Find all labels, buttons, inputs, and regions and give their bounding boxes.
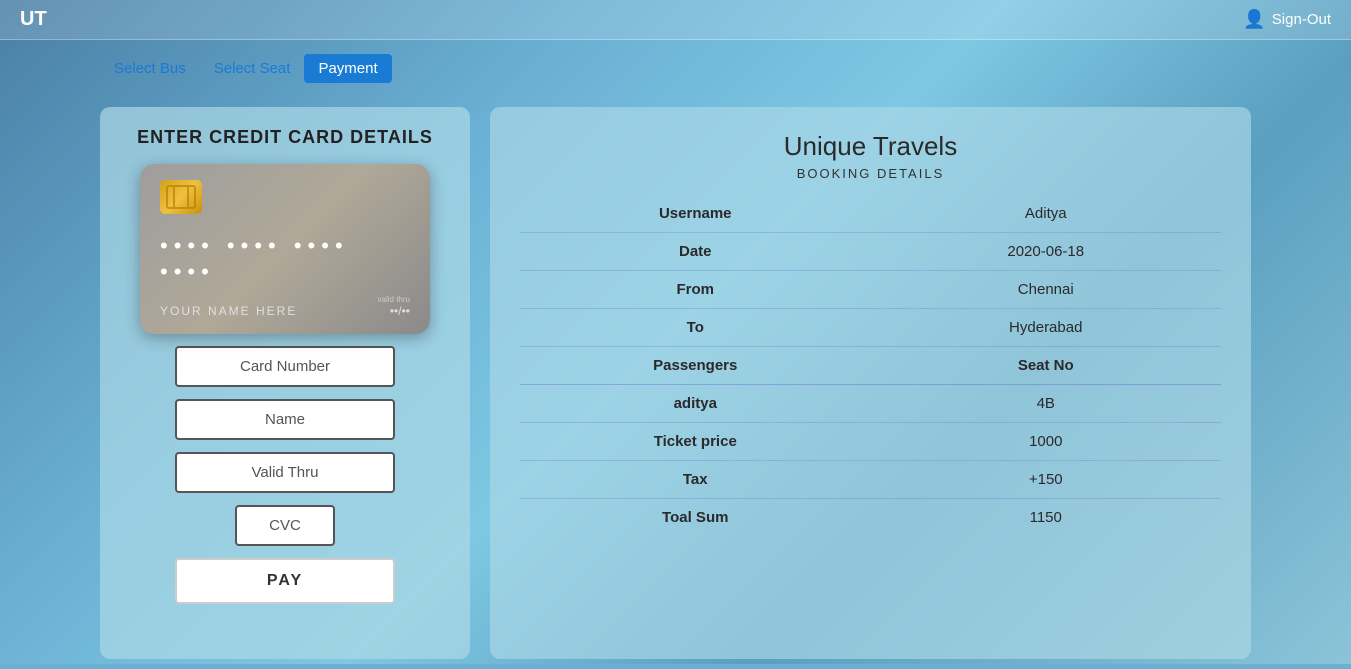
username-label: Username: [520, 195, 871, 233]
total-value: 1150: [871, 499, 1222, 537]
nav-select-bus[interactable]: Select Bus: [100, 54, 200, 83]
booking-table: Username Aditya Date 2020-06-18 From Che…: [520, 195, 1221, 536]
app-logo: UT: [20, 8, 47, 31]
pay-button[interactable]: PAY: [175, 558, 395, 604]
signout-link[interactable]: Sign-Out: [1272, 11, 1331, 28]
to-label: To: [520, 309, 871, 347]
from-label: From: [520, 271, 871, 309]
passenger-data-row: aditya 4B: [520, 385, 1221, 423]
ticket-price-row: Ticket price 1000: [520, 423, 1221, 461]
credit-card-visual: •••• •••• •••• •••• YOUR NAME HERE valid…: [140, 164, 430, 334]
user-icon: 👤: [1243, 9, 1265, 30]
passenger-name: aditya: [520, 385, 871, 423]
to-value: Hyderabad: [871, 309, 1222, 347]
valid-thru-input[interactable]: [175, 452, 395, 493]
credit-card-title: ENTER CREDIT CARD DETAILS: [137, 127, 433, 148]
ticket-price-value: 1000: [871, 423, 1222, 461]
tax-value: +150: [871, 461, 1222, 499]
top-navbar: UT 👤 Sign-Out: [0, 0, 1351, 40]
date-value: 2020-06-18: [871, 233, 1222, 271]
booking-details-section: Unique Travels BOOKING DETAILS Username …: [490, 107, 1251, 659]
username-value: Aditya: [871, 195, 1222, 233]
nav-payment[interactable]: Payment: [304, 54, 391, 83]
table-row: From Chennai: [520, 271, 1221, 309]
booking-subtitle: BOOKING DETAILS: [520, 166, 1221, 181]
main-content: ENTER CREDIT CARD DETAILS •••• •••• ••••…: [0, 97, 1351, 669]
table-row: Date 2020-06-18: [520, 233, 1221, 271]
seat-number: 4B: [871, 385, 1222, 423]
breadcrumb: Select Bus Select Seat Payment: [0, 40, 1351, 97]
credit-card-section: ENTER CREDIT CARD DETAILS •••• •••• ••••…: [100, 107, 470, 659]
tax-label: Tax: [520, 461, 871, 499]
booking-title: Unique Travels: [520, 131, 1221, 162]
tax-row: Tax +150: [520, 461, 1221, 499]
card-number-input[interactable]: [175, 346, 395, 387]
table-row: To Hyderabad: [520, 309, 1221, 347]
ticket-price-label: Ticket price: [520, 423, 871, 461]
nav-select-seat[interactable]: Select Seat: [200, 54, 305, 83]
total-label: Toal Sum: [520, 499, 871, 537]
date-label: Date: [520, 233, 871, 271]
total-row: Toal Sum 1150: [520, 499, 1221, 537]
valid-thru-value: ••/••: [378, 304, 410, 318]
name-input[interactable]: [175, 399, 395, 440]
card-dots: •••• •••• •••• ••••: [160, 233, 410, 285]
cvc-input[interactable]: [235, 505, 335, 546]
card-name: YOUR NAME HERE: [160, 304, 297, 318]
valid-thru-label: valid thru: [378, 295, 410, 304]
passengers-header: Passengers: [520, 347, 871, 385]
seat-header: Seat No: [871, 347, 1222, 385]
card-bottom: YOUR NAME HERE valid thru ••/••: [160, 295, 410, 318]
top-nav-right: 👤 Sign-Out: [1243, 9, 1331, 30]
chip-icon: [160, 180, 202, 214]
card-valid: valid thru ••/••: [378, 295, 410, 318]
from-value: Chennai: [871, 271, 1222, 309]
table-row: Username Aditya: [520, 195, 1221, 233]
passenger-header-row: Passengers Seat No: [520, 347, 1221, 385]
